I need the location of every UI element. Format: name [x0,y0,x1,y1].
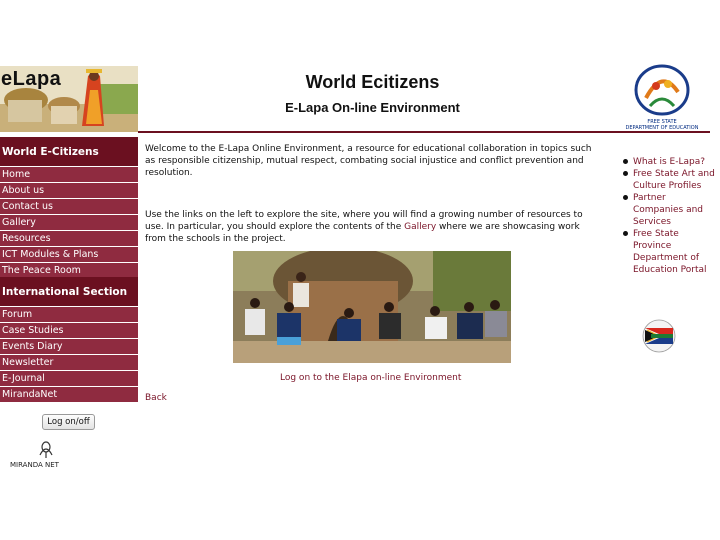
sidebar-item-mirandanet[interactable]: MirandaNet [0,387,138,402]
sidebar-item-events-diary[interactable]: Events Diary [0,339,138,354]
sidebar-item-case-studies[interactable]: Case Studies [0,323,138,338]
sidebar-heading-international: International Section [0,277,138,306]
page-subtitle: E-Lapa On-line Environment [285,100,460,115]
partner-companies-link[interactable]: Partner Companies and Services [633,193,703,227]
explore-paragraph: Use the links on the left to explore the… [145,209,600,245]
sidebar-item-home[interactable]: Home [0,167,138,182]
sidebar-item-newsletter[interactable]: Newsletter [0,355,138,370]
bullet-icon [623,171,628,176]
right-link-item: Free State Art and Culture Profiles [620,168,715,192]
right-link-item: What is E-Lapa? [620,156,715,168]
dept-logo-caption: FREE STATE DEPARTMENT OF EDUCATION [610,119,714,132]
sidebar-heading-world-ecitizens: World E-Citizens [0,137,138,166]
sidebar-item-ejournal[interactable]: E-Journal [0,371,138,386]
mirandanet-logo-text: MIRANDA NET [10,461,59,469]
elapa-logo-text: eLapa [1,68,62,90]
sidebar-item-forum[interactable]: Forum [0,307,138,322]
sidebar-item-gallery[interactable]: Gallery [0,215,138,230]
sidebar-item-ict-modules[interactable]: ICT Modules & Plans [0,247,138,262]
mirandanet-logo-icon [36,441,56,459]
art-culture-profiles-link[interactable]: Free State Art and Culture Profiles [633,169,715,191]
logon-button[interactable]: Log on/off [42,414,95,430]
education-portal-link[interactable]: Free State Province Department of Educat… [633,229,707,275]
sidebar-nav-international: International Section Forum Case Studies… [0,277,138,403]
dept-logo-caption-line2: DEPARTMENT OF EDUCATION [625,125,699,132]
page-title: World Ecitizens [305,72,440,92]
gallery-link[interactable]: Gallery [404,222,436,232]
right-link-item: Partner Companies and Services [620,192,715,228]
classroom-photo [233,251,511,363]
what-is-elapa-link[interactable]: What is E-Lapa? [633,157,705,167]
bullet-icon [623,195,628,200]
elapa-logon-link[interactable]: Log on to the Elapa on-line Environment [280,373,461,383]
sidebar-item-about-us[interactable]: About us [0,183,138,198]
right-link-item: Free State Province Department of Educat… [620,228,715,276]
bullet-icon [623,159,628,164]
sidebar-item-contact-us[interactable]: Contact us [0,199,138,214]
sidebar-nav: World E-Citizens Home About us Contact u… [0,137,138,279]
intro-paragraph: Welcome to the E-Lapa Online Environment… [145,144,592,178]
bullet-icon [623,231,628,236]
south-africa-badge-icon [641,318,677,354]
right-links-list: What is E-Lapa? Free State Art and Cultu… [620,156,715,276]
back-link[interactable]: Back [145,393,167,403]
sidebar-item-resources[interactable]: Resources [0,231,138,246]
sidebar-item-peace-room[interactable]: The Peace Room [0,263,138,278]
